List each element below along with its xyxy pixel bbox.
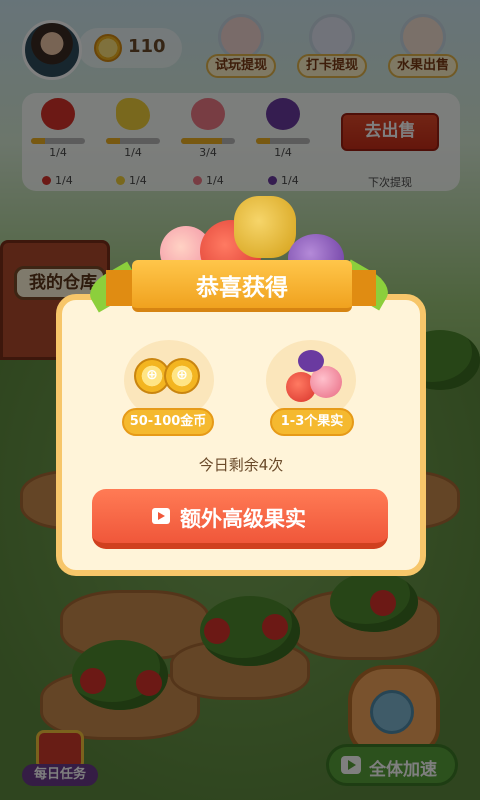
- remaining-times-text: 今日剩余4次: [198, 456, 284, 474]
- gold-coin-icon: ⊕: [164, 358, 200, 394]
- reward-coins-label: 50-100金币: [122, 408, 214, 436]
- reward-fruits-label: 1-3个果实: [270, 408, 354, 436]
- durian-icon: [234, 196, 296, 258]
- dialog-title: 恭喜获得: [196, 275, 288, 301]
- extra-premium-fruit-label: 额外高级果实: [180, 507, 306, 531]
- extra-premium-fruit-button[interactable]: 额外高级果实: [92, 489, 388, 549]
- grape-icon: [298, 350, 324, 372]
- video-play-icon: [152, 508, 170, 524]
